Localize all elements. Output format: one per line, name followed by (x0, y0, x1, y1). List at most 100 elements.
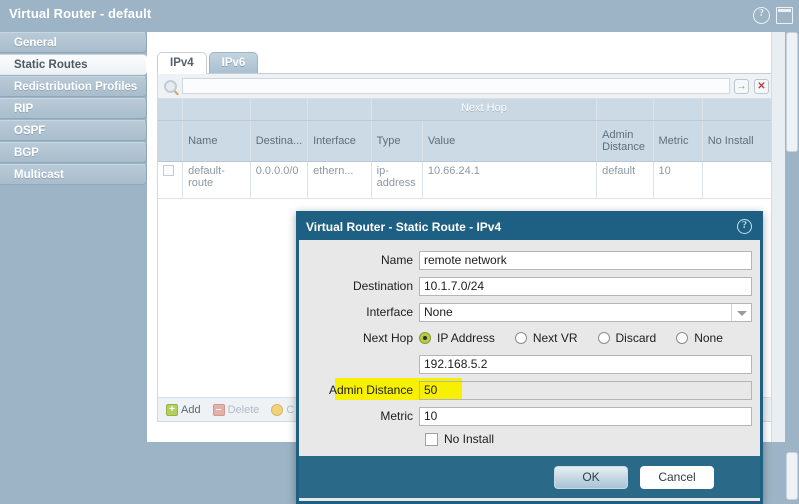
sidebar-item-redistribution-profiles[interactable]: Redistribution Profiles (0, 76, 147, 97)
chevron-down-icon[interactable] (731, 303, 751, 321)
header-icons: ? (753, 7, 793, 24)
radio-ip-address[interactable]: IP Address (419, 331, 495, 345)
field-row-metric: Metric (307, 406, 752, 426)
filter-bar: → ✕ (158, 74, 774, 99)
clone-button[interactable]: C (271, 403, 295, 416)
dialog-header: Virtual Router - Static Route - IPv4 ? (299, 214, 760, 240)
no-install-checkbox[interactable] (425, 432, 438, 446)
page-scrollbar-thumb[interactable] (786, 452, 798, 500)
name-input[interactable] (419, 250, 752, 270)
row-destination: 0.0.0.0/0 (250, 161, 309, 199)
col-admin-distance[interactable]: Admin Distance (596, 120, 654, 162)
dialog-help-icon[interactable]: ? (737, 219, 752, 234)
group-cell-blank-5 (596, 99, 654, 121)
row-admin-distance: default (596, 161, 654, 199)
field-row-no-install[interactable]: No Install (425, 432, 752, 446)
page-scrollbar-thumb-top[interactable] (786, 32, 798, 152)
group-cell-blank-3 (250, 99, 309, 121)
col-metric[interactable]: Metric (653, 120, 703, 162)
col-value[interactable]: Value (422, 120, 598, 162)
radio-none-label: None (694, 331, 723, 345)
tab-ipv6[interactable]: IPv6 (208, 52, 259, 74)
radio-next-vr[interactable]: Next VR (514, 331, 578, 345)
sidebar-item-bgp[interactable]: BGP (0, 142, 147, 163)
col-select (158, 120, 184, 162)
field-row-interface: Interface None (307, 302, 752, 322)
radio-discard[interactable]: Discard (597, 331, 657, 345)
filter-clear-icon[interactable]: ✕ (754, 78, 769, 94)
radio-ip-address-marker[interactable] (419, 332, 431, 344)
field-row-next-hop: Next Hop IP Address Next VR Discard None (307, 328, 752, 348)
field-row-admin-distance: Admin Distance (307, 378, 752, 400)
row-type: ip-address (371, 161, 423, 199)
destination-input[interactable] (419, 276, 752, 296)
tab-ipv4[interactable]: IPv4 (157, 52, 207, 74)
radio-discard-label: Discard (615, 331, 657, 345)
plus-icon: + (166, 403, 178, 416)
sidebar-item-ospf[interactable]: OSPF (0, 120, 147, 141)
col-destination[interactable]: Destina... (250, 120, 309, 162)
sidebar: General Static Routes Redistribution Pro… (0, 32, 147, 186)
row-checkbox-cell[interactable] (158, 161, 184, 199)
row-no-install (702, 161, 774, 199)
cancel-button[interactable]: Cancel (640, 465, 714, 489)
sidebar-item-general[interactable]: General (0, 32, 147, 53)
row-checkbox[interactable] (163, 165, 174, 176)
filter-apply-icon[interactable]: → (734, 78, 749, 94)
add-button[interactable]: + Add (166, 403, 201, 416)
app-root: Virtual Router - default ? General Stati… (0, 0, 799, 504)
sidebar-item-multicast[interactable]: Multicast (0, 164, 147, 185)
group-cell-blank-7 (702, 99, 774, 121)
group-cell-blank-4 (307, 99, 372, 121)
name-label: Name (380, 253, 413, 267)
field-row-destination: Destination (307, 276, 752, 296)
col-interface[interactable]: Interface (307, 120, 372, 162)
static-route-dialog: Virtual Router - Static Route - IPv4 ? N… (296, 211, 763, 504)
dialog-title: Virtual Router - Static Route - IPv4 (306, 220, 502, 234)
col-no-install[interactable]: No Install (702, 120, 774, 162)
radio-next-vr-marker[interactable] (514, 332, 527, 344)
static-routes-table: Next Hop Name Destina... Interface Type … (158, 99, 774, 199)
dialog-footer: OK Cancel (299, 456, 760, 498)
search-icon[interactable] (164, 79, 177, 93)
sidebar-item-rip[interactable]: RIP (0, 98, 147, 119)
next-hop-value-input[interactable] (419, 354, 752, 374)
radio-none[interactable]: None (676, 331, 723, 345)
admin-distance-input[interactable] (419, 380, 752, 400)
radio-discard-marker[interactable] (597, 332, 610, 344)
radio-none-marker[interactable] (676, 332, 689, 344)
row-interface: ethern... (307, 161, 372, 199)
window-icon[interactable] (776, 7, 793, 24)
radio-ip-address-label: IP Address (437, 331, 495, 345)
sidebar-item-static-routes[interactable]: Static Routes (0, 54, 147, 75)
help-icon[interactable]: ? (753, 7, 770, 24)
no-install-label: No Install (444, 432, 495, 446)
content-scrollbar[interactable] (771, 32, 785, 442)
col-type[interactable]: Type (371, 120, 423, 162)
ok-button[interactable]: OK (554, 465, 628, 489)
table-header-row: Name Destina... Interface Type Value Adm… (158, 120, 774, 162)
field-row-name: Name (307, 250, 752, 270)
group-cell-blank-6 (653, 99, 703, 121)
clone-icon (271, 403, 284, 416)
next-hop-label: Next Hop (362, 331, 413, 345)
search-input[interactable] (182, 78, 730, 94)
table-row[interactable]: default-route 0.0.0.0/0 ethern... ip-add… (158, 161, 774, 199)
page-scrollbar[interactable] (785, 32, 799, 504)
metric-input[interactable] (419, 406, 752, 426)
row-metric: 10 (653, 161, 703, 199)
col-name[interactable]: Name (182, 120, 251, 162)
minus-icon: – (212, 403, 225, 416)
delete-button[interactable]: – Delete (212, 403, 260, 416)
delete-button-label: Delete (227, 403, 260, 416)
group-cell-blank-2 (182, 99, 251, 121)
row-value: 10.66.24.1 (422, 161, 598, 199)
destination-label: Destination (352, 279, 413, 293)
interface-label: Interface (366, 305, 413, 319)
radio-next-vr-label: Next VR (532, 331, 578, 345)
clone-button-label: C (286, 403, 295, 416)
table-group-header-row: Next Hop (158, 99, 774, 121)
interface-select[interactable]: None (419, 302, 752, 322)
next-hop-radio-group: IP Address Next VR Discard None (419, 331, 752, 345)
group-header-next-hop: Next Hop (371, 99, 598, 121)
